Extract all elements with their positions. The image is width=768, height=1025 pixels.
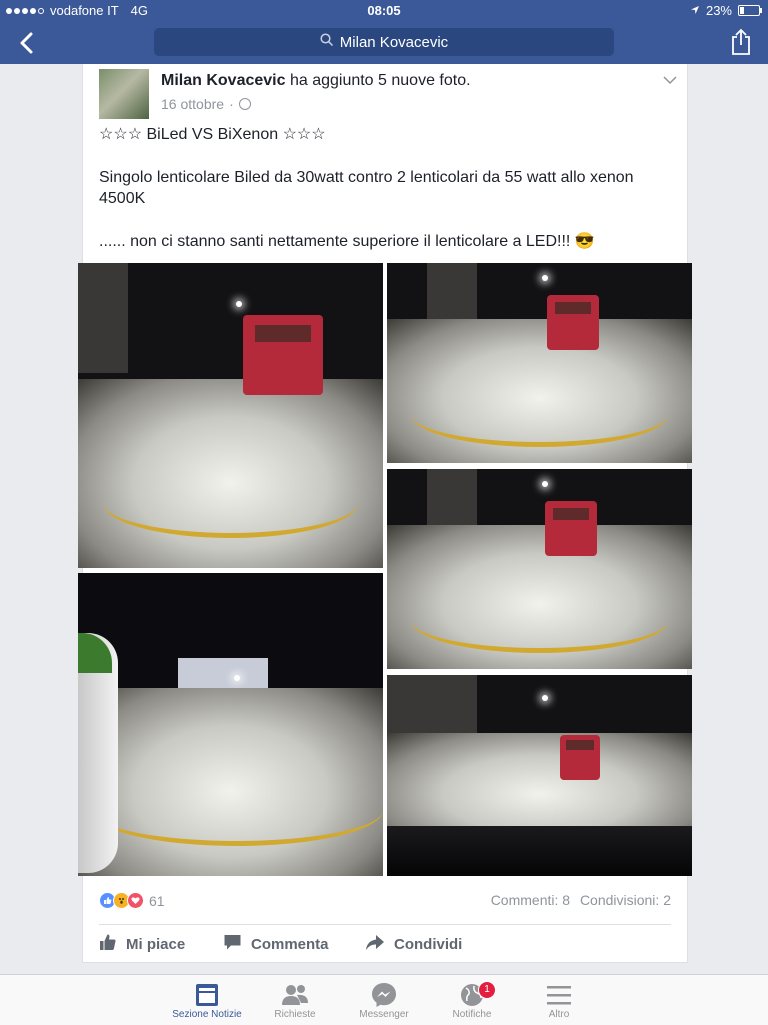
love-reaction-icon: [127, 892, 144, 909]
clock: 08:05: [367, 3, 401, 18]
post-date[interactable]: 16 ottobre: [161, 96, 224, 112]
reactions-summary[interactable]: 61: [99, 892, 165, 909]
post-title-line: ☆☆☆ BiLed VS BiXenon ☆☆☆: [99, 126, 326, 143]
photo-4[interactable]: [78, 573, 383, 876]
menu-icon: [514, 981, 604, 1009]
shares-count[interactable]: Condivisioni: 2: [580, 892, 671, 908]
like-label: Mi piace: [126, 935, 186, 953]
status-right: 23%: [690, 3, 762, 18]
search-bar[interactable]: Milan Kovacevic: [154, 28, 614, 56]
news-feed-icon: [162, 981, 252, 1009]
author-avatar[interactable]: [99, 69, 149, 119]
post-text: ☆☆☆ BiLed VS BiXenon ☆☆☆ Singolo lentico…: [99, 124, 659, 252]
date-separator: ·: [229, 96, 234, 112]
comment-label: Commenta: [251, 935, 329, 953]
divider: [99, 924, 671, 925]
photo-1[interactable]: [78, 263, 383, 568]
comment-button[interactable]: Commenta: [223, 933, 329, 955]
post-text-line-1: Singolo lenticolare Biled da 30watt cont…: [99, 169, 634, 207]
friend-requests-icon: [250, 981, 340, 1009]
share-icon[interactable]: [730, 28, 752, 56]
photo-5[interactable]: [387, 675, 692, 876]
post-action-text: ha aggiunto 5 nuove foto.: [285, 72, 471, 89]
battery-percent: 23%: [705, 3, 732, 18]
tab-requests-label: Richieste: [274, 1009, 316, 1020]
author-name[interactable]: Milan Kovacevic: [161, 72, 286, 89]
tab-notifications-label: Notifiche: [452, 1009, 492, 1020]
battery-icon: [738, 5, 762, 16]
messenger-icon: [339, 981, 429, 1009]
like-button[interactable]: Mi piace: [99, 933, 185, 955]
tab-news-feed[interactable]: Sezione Notizie: [162, 981, 252, 1020]
tab-bar: Sezione Notizie Richieste Messenger 1 No…: [0, 974, 768, 1025]
back-chevron-icon[interactable]: [16, 30, 42, 56]
thumbs-up-icon: [99, 933, 117, 955]
globe-icon: [238, 98, 251, 110]
post-meta: 16 ottobre ·: [161, 96, 251, 112]
tab-more-label: Altro: [548, 1009, 570, 1020]
engagement-counts: Commenti: 8 Condivisioni: 2: [491, 892, 671, 908]
photo-2[interactable]: [387, 263, 692, 463]
comment-icon: [223, 933, 242, 955]
notifications-badge: 1: [478, 981, 496, 999]
search-text: Milan Kovacevic: [339, 33, 449, 51]
tab-messenger[interactable]: Messenger: [339, 981, 429, 1020]
tab-messenger-label: Messenger: [359, 1009, 409, 1020]
post-stats: 61 Commenti: 8 Condivisioni: 2: [99, 892, 671, 912]
post-options-icon[interactable]: [663, 72, 677, 90]
nav-bar: Milan Kovacevic: [0, 22, 768, 64]
search-icon: [320, 33, 334, 51]
status-bar: vodafone IT 4G 08:05 23%: [0, 0, 768, 22]
reaction-count: 61: [149, 892, 165, 909]
post-header: Milan Kovacevic ha aggiunto 5 nuove foto…: [161, 72, 471, 90]
post-text-line-2: ...... non ci stanno santi nettamente su…: [99, 233, 595, 250]
tab-news-feed-label: Sezione Notizie: [172, 1009, 242, 1020]
post-actions: Mi piace Commenta Condividi: [99, 930, 671, 958]
post-card: Milan Kovacevic ha aggiunto 5 nuove foto…: [78, 64, 692, 963]
share-label: Condividi: [394, 935, 463, 953]
share-arrow-icon: [365, 933, 385, 955]
comments-count[interactable]: Commenti: 8: [491, 892, 570, 908]
tab-requests[interactable]: Richieste: [250, 981, 340, 1020]
location-icon: [690, 3, 700, 18]
tab-notifications[interactable]: 1 Notifiche: [427, 981, 517, 1020]
globe-notifications-icon: [427, 981, 517, 1009]
photo-3[interactable]: [387, 469, 692, 669]
share-button[interactable]: Condividi: [365, 933, 462, 955]
tab-more[interactable]: Altro: [514, 981, 604, 1020]
